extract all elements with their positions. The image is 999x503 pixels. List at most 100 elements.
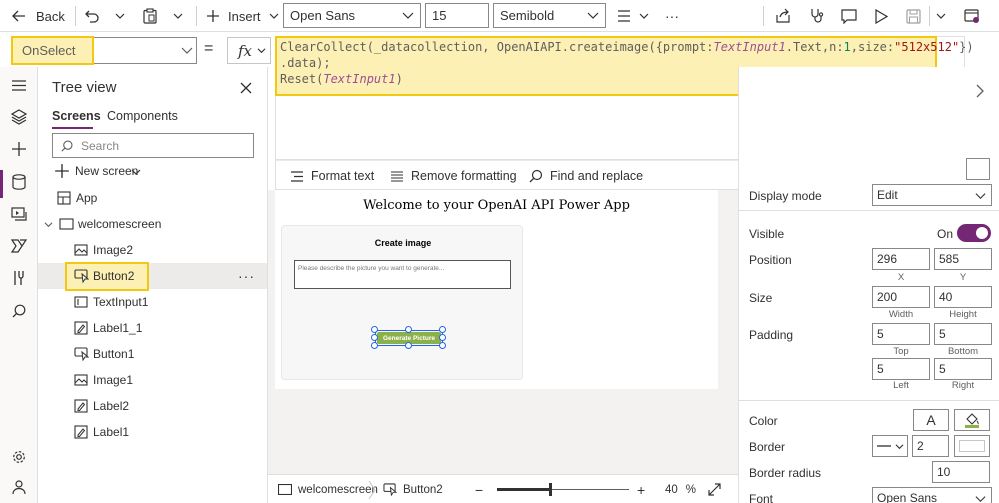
- border-width-input[interactable]: 2: [912, 435, 949, 457]
- data-button[interactable]: [9, 172, 29, 192]
- resize-handle[interactable]: [405, 342, 412, 349]
- resize-handle[interactable]: [405, 326, 412, 333]
- resize-handle[interactable]: [371, 326, 378, 333]
- display-mode-dropdown[interactable]: Edit: [872, 184, 992, 206]
- welcome-title[interactable]: Welcome to your OpenAI API Power App: [275, 198, 718, 213]
- preview-button[interactable]: [874, 0, 888, 32]
- right-caption: Right: [951, 380, 975, 391]
- font-family-dropdown[interactable]: Open Sans: [283, 3, 421, 28]
- border-color-button[interactable]: [954, 435, 990, 457]
- fill-color-button[interactable]: [954, 409, 990, 431]
- padding-left-input[interactable]: 5: [872, 358, 930, 380]
- border-radius-input[interactable]: 10: [932, 461, 990, 483]
- tree-item-textinput1[interactable]: TextInput1: [38, 289, 267, 315]
- tree-item-image1[interactable]: Image1: [38, 367, 267, 393]
- text-color-button[interactable]: A: [913, 409, 949, 431]
- position-y-input[interactable]: 585: [934, 248, 992, 270]
- resize-handle[interactable]: [371, 334, 378, 341]
- more-options-icon[interactable]: ···: [238, 268, 255, 284]
- save-button[interactable]: [906, 0, 921, 32]
- undo-dropdown[interactable]: [115, 0, 125, 32]
- padding-bottom-input[interactable]: 5: [934, 323, 992, 345]
- zoom-in-button[interactable]: +: [637, 475, 645, 503]
- fx-button[interactable]: fx: [227, 37, 271, 64]
- more-button[interactable]: ···: [665, 0, 679, 32]
- resize-handle[interactable]: [439, 334, 446, 341]
- position-x-input[interactable]: 296: [872, 248, 930, 270]
- label-icon: [73, 320, 89, 336]
- hamburger-menu-button[interactable]: [9, 75, 29, 95]
- chevron-right-icon[interactable]: [975, 83, 985, 99]
- play-icon: [875, 8, 888, 24]
- app-screen[interactable]: Welcome to your OpenAI API Power App Cre…: [275, 190, 718, 389]
- clipboard-icon: [143, 8, 157, 24]
- fit-screen-button[interactable]: [708, 475, 721, 503]
- font-weight-dropdown[interactable]: Semibold: [493, 3, 606, 28]
- publish-button[interactable]: [964, 0, 980, 32]
- insert-rail-button[interactable]: [9, 139, 29, 159]
- divider: [739, 400, 999, 401]
- back-button[interactable]: Back: [12, 0, 65, 32]
- search-rail-button[interactable]: [9, 301, 29, 321]
- close-icon[interactable]: [239, 81, 253, 95]
- share-button[interactable]: [775, 0, 791, 32]
- format-text-button[interactable]: Format text: [290, 161, 374, 191]
- tree-item-label1-1[interactable]: Label1_1: [38, 315, 267, 341]
- breadcrumb-screen[interactable]: welcomescreen: [278, 475, 378, 503]
- find-replace-button[interactable]: Find and replace: [529, 161, 643, 191]
- tree-item-welcomescreen[interactable]: welcomescreen: [38, 211, 267, 237]
- tree-search-input[interactable]: Search: [52, 133, 254, 158]
- border-style-dropdown[interactable]: [872, 435, 908, 457]
- chevron-down-icon: [895, 444, 904, 450]
- card-title[interactable]: Create image: [282, 238, 524, 248]
- tree-item-label2[interactable]: Label2: [38, 393, 267, 419]
- tree-item-label1[interactable]: Label1: [38, 419, 267, 445]
- property-selected[interactable]: OnSelect: [11, 36, 94, 65]
- visible-toggle[interactable]: [957, 224, 991, 242]
- new-screen-button[interactable]: New screen: [38, 158, 267, 184]
- zoom-slider-thumb[interactable]: [549, 483, 552, 496]
- breadcrumb-control[interactable]: Button2: [383, 475, 443, 503]
- zoom-slider-track[interactable]: [497, 483, 629, 496]
- font-dropdown[interactable]: Open Sans: [872, 487, 992, 503]
- comments-button[interactable]: [841, 0, 857, 32]
- padding-top-input[interactable]: 5: [872, 323, 930, 345]
- advanced-tools-button[interactable]: [9, 268, 29, 288]
- zoom-out-button[interactable]: −: [475, 475, 483, 503]
- prompt-text-input[interactable]: Please describe the picture you want to …: [294, 260, 511, 289]
- tree-item-app[interactable]: App: [38, 185, 267, 211]
- insert-button[interactable]: Insert: [206, 0, 279, 32]
- property-field-partial[interactable]: [966, 158, 990, 180]
- chevron-down-icon[interactable]: [181, 44, 193, 56]
- remove-formatting-button[interactable]: Remove formatting: [390, 161, 517, 191]
- resize-handle[interactable]: [439, 326, 446, 333]
- paste-dropdown[interactable]: [173, 0, 183, 32]
- height-input[interactable]: 40: [934, 286, 992, 308]
- app-checker-button[interactable]: [809, 0, 825, 32]
- resize-handle[interactable]: [371, 342, 378, 349]
- remove-formatting-label: Remove formatting: [411, 169, 517, 183]
- tree-item-button2-content[interactable]: Button2: [38, 263, 158, 289]
- virtual-agent-button[interactable]: [9, 477, 29, 497]
- media-button[interactable]: [9, 204, 29, 224]
- settings-button[interactable]: [9, 447, 29, 467]
- tree-item-button1[interactable]: Button1: [38, 341, 267, 367]
- undo-button[interactable]: [85, 0, 100, 32]
- save-dropdown[interactable]: [936, 0, 946, 32]
- screen-icon: [278, 484, 292, 495]
- align-button[interactable]: [617, 0, 649, 32]
- top-caption: Top: [893, 346, 909, 357]
- width-input[interactable]: 200: [872, 286, 930, 308]
- create-image-card[interactable]: Create image Please describe the picture…: [281, 225, 523, 380]
- paste-button[interactable]: [143, 0, 157, 32]
- padding-right-input[interactable]: 5: [934, 358, 992, 380]
- chevron-down-icon: [639, 13, 649, 19]
- tree-item-image2[interactable]: Image2: [38, 237, 267, 263]
- tab-screens[interactable]: Screens: [52, 109, 101, 123]
- power-automate-button[interactable]: [9, 236, 29, 256]
- chevron-down-icon[interactable]: [44, 220, 53, 229]
- font-size-input[interactable]: 15: [425, 3, 489, 28]
- resize-handle[interactable]: [439, 342, 446, 349]
- tree-view-button[interactable]: [9, 107, 29, 127]
- tab-components[interactable]: Components: [107, 109, 178, 123]
